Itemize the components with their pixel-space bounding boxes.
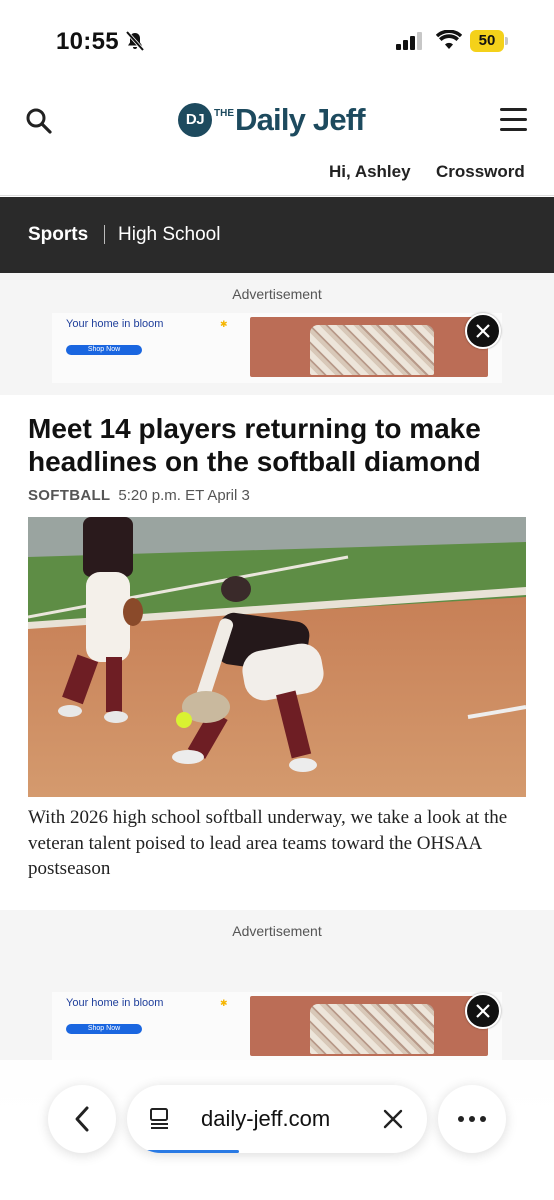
site-header: DJ THE Daily Jeff Hi, Ashley Crossword: [0, 84, 554, 196]
section-breadcrumb: Sports High School: [0, 197, 554, 273]
ad-product-image: [250, 996, 488, 1056]
article-photo[interactable]: [28, 517, 526, 797]
logo-badge: DJ: [178, 103, 212, 137]
ad-headline: Your home in bloom: [66, 318, 164, 330]
back-button[interactable]: [48, 1085, 116, 1153]
search-icon[interactable]: [24, 106, 54, 136]
ad-close-button[interactable]: [465, 313, 501, 349]
battery-level: 50: [478, 32, 496, 49]
wifi-icon: [435, 29, 463, 55]
spark-icon: ✱: [220, 319, 228, 329]
battery-icon: 50: [470, 30, 508, 52]
breadcrumb-divider: [104, 225, 105, 244]
breadcrumb-high-school[interactable]: High School: [118, 224, 220, 246]
ad-headline: Your home in bloom: [66, 997, 164, 1009]
article-category[interactable]: SOFTBALL: [28, 487, 110, 504]
armchair-image: [310, 325, 434, 375]
ad-banner[interactable]: Your home in bloom Shop Now ✱: [52, 992, 502, 1062]
breadcrumb-sports[interactable]: Sports: [28, 224, 88, 246]
back-chevron-icon: [75, 1106, 89, 1132]
softball-players-photo: [28, 517, 526, 797]
status-bar: 10:55 50: [0, 0, 554, 84]
ad-product-image: [250, 317, 488, 377]
page-load-progress: [145, 1150, 239, 1153]
close-icon: [476, 1004, 490, 1018]
bell-slash-icon: [124, 30, 146, 57]
cellular-signal-icon: [396, 32, 424, 55]
site-logo[interactable]: DJ THE Daily Jeff: [178, 100, 366, 140]
hamburger-menu-icon[interactable]: [500, 108, 528, 132]
more-button[interactable]: [438, 1085, 506, 1153]
ad-label: Advertisement: [232, 923, 322, 939]
account-greeting-link[interactable]: Hi, Ashley: [329, 162, 411, 182]
ad-shop-button[interactable]: Shop Now: [66, 345, 142, 355]
ad-close-button[interactable]: [465, 993, 501, 1029]
crossword-link[interactable]: Crossword: [436, 162, 525, 182]
url-text[interactable]: daily-jeff.com: [201, 1106, 330, 1132]
ad-shop-button[interactable]: Shop Now: [66, 1024, 142, 1034]
ad-slot-top: Advertisement Your home in bloom Shop No…: [0, 273, 554, 395]
armchair-image: [310, 1004, 434, 1054]
spark-icon: ✱: [220, 998, 228, 1008]
close-icon[interactable]: [381, 1107, 405, 1131]
logo-prefix: THE: [214, 107, 234, 119]
article-summary: With 2026 high school softball underway,…: [28, 807, 508, 879]
status-time: 10:55: [56, 28, 119, 55]
article-meta: SOFTBALL 5:20 p.m. ET April 3: [28, 487, 250, 504]
ad-label: Advertisement: [232, 286, 322, 302]
close-icon: [476, 324, 490, 338]
article-timestamp: 5:20 p.m. ET April 3: [118, 487, 250, 504]
more-icon: [458, 1116, 486, 1122]
logo-name: Daily Jeff: [235, 102, 366, 137]
reader-icon[interactable]: [147, 1106, 173, 1132]
ad-banner[interactable]: Your home in bloom Shop Now ✱: [52, 313, 502, 383]
address-bar[interactable]: daily-jeff.com: [127, 1085, 427, 1153]
article-headline[interactable]: Meet 14 players returning to make headli…: [28, 412, 528, 478]
